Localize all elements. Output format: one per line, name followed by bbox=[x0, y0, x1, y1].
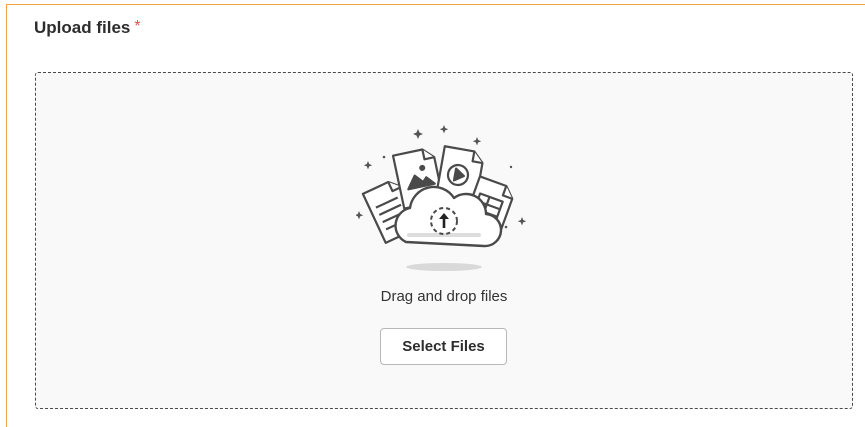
select-files-button[interactable]: Select Files bbox=[380, 328, 507, 365]
cloud-upload-files-icon bbox=[356, 125, 527, 271]
upload-files-panel: Upload files * Drag and drop files Selec… bbox=[6, 4, 865, 427]
drop-instruction: Drag and drop files bbox=[380, 288, 508, 305]
required-marker: * bbox=[134, 18, 141, 35]
section-title-text: Upload files bbox=[34, 18, 131, 37]
file-dropzone[interactable]: Drag and drop files Select Files bbox=[35, 72, 853, 409]
section-title: Upload files * bbox=[34, 17, 141, 40]
